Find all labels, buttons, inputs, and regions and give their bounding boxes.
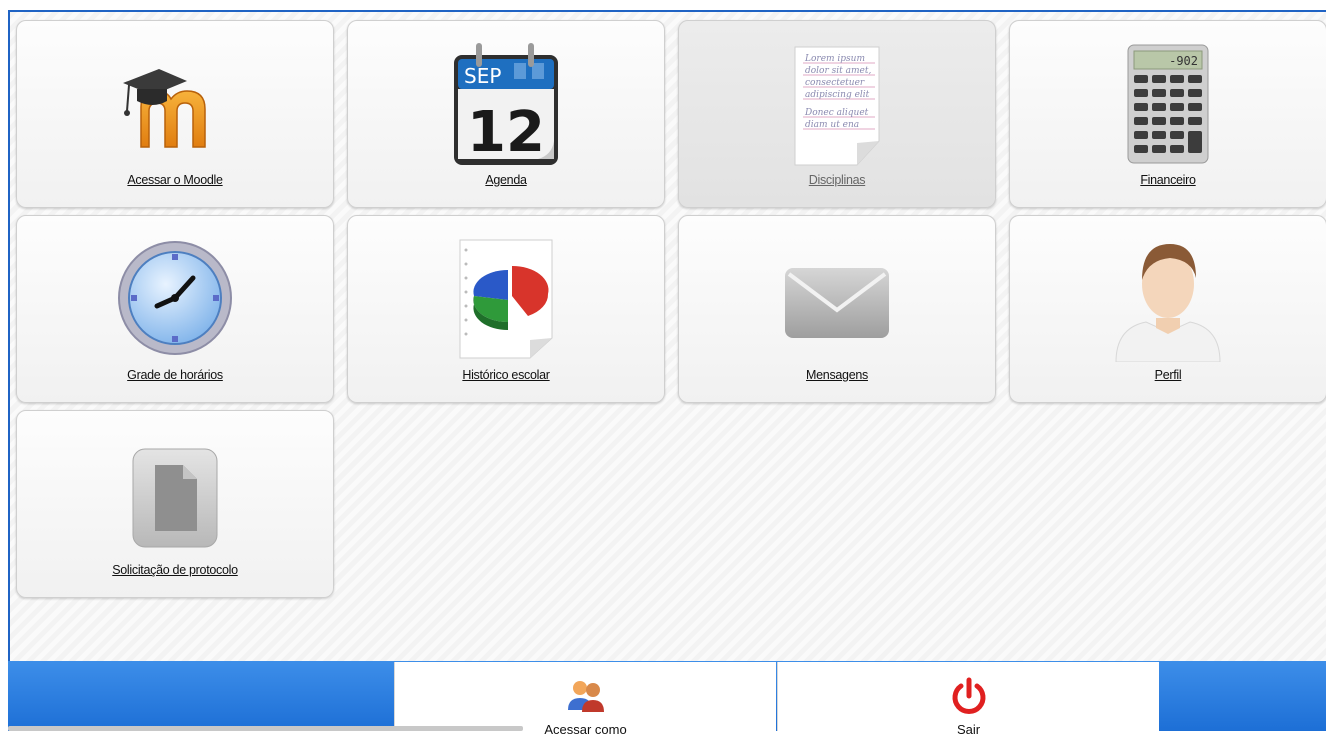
- tile-perfil[interactable]: Perfil: [1009, 215, 1326, 403]
- power-icon: [949, 676, 989, 716]
- pie-chart-report-icon: [446, 234, 566, 362]
- calendar-day: 12: [467, 100, 545, 165]
- tile-label: Perfil: [1154, 368, 1182, 382]
- tile-acessar-moodle[interactable]: Acessar o Moodle: [16, 20, 334, 208]
- tile-historico-escolar[interactable]: Histórico escolar: [347, 215, 665, 403]
- note-line: adipiscing elit: [805, 90, 870, 100]
- users-icon: [566, 676, 606, 716]
- note-line: consectetuer: [805, 78, 865, 88]
- tile-label: Financeiro: [1140, 173, 1196, 187]
- action-label: Sair: [956, 722, 981, 737]
- tile-disciplinas[interactable]: Lorem ipsum dolor sit amet, consectetuer…: [678, 20, 996, 208]
- tile-label: Solicitação de protocolo: [112, 563, 238, 577]
- dashboard-panel: Acessar o Moodle SEP 12 Agenda Lorem ips…: [8, 10, 1326, 731]
- user-profile-icon: [1108, 234, 1228, 362]
- tile-financeiro[interactable]: -902 Financeiro: [1009, 20, 1326, 208]
- calendar-month: SEP: [464, 64, 501, 88]
- tile-label: Mensagens: [806, 368, 868, 382]
- file-icon: [115, 429, 235, 557]
- calculator-display: -902: [1169, 54, 1198, 68]
- sair-button[interactable]: Sair: [777, 662, 1159, 737]
- note-line: Donec aliquet: [804, 108, 869, 118]
- tile-mensagens[interactable]: Mensagens: [678, 215, 996, 403]
- acessar-como-button[interactable]: Acessar como: [394, 662, 776, 737]
- note-line: dolor sit amet,: [805, 66, 871, 76]
- tile-agenda[interactable]: SEP 12 Agenda: [347, 20, 665, 208]
- clock-icon: [115, 234, 235, 362]
- calculator-icon: -902: [1108, 39, 1228, 167]
- calendar-icon: SEP 12: [446, 39, 566, 167]
- tile-label: Histórico escolar: [462, 368, 550, 382]
- note-line: Lorem ipsum: [804, 54, 865, 64]
- tile-label: Disciplinas: [808, 173, 866, 187]
- tile-solicitacao-protocolo[interactable]: Solicitação de protocolo: [16, 410, 334, 598]
- horizontal-scrollbar[interactable]: [8, 726, 523, 731]
- tile-label: Acessar o Moodle: [127, 173, 223, 187]
- tile-label: Grade de horários: [127, 368, 223, 382]
- document-icon: Lorem ipsum dolor sit amet, consectetuer…: [777, 39, 897, 167]
- moodle-icon: [115, 39, 235, 167]
- envelope-icon: [777, 234, 897, 362]
- tile-grade-horarios[interactable]: Grade de horários: [16, 215, 334, 403]
- note-line: diam ut ena: [805, 120, 859, 130]
- tile-label: Agenda: [485, 173, 527, 187]
